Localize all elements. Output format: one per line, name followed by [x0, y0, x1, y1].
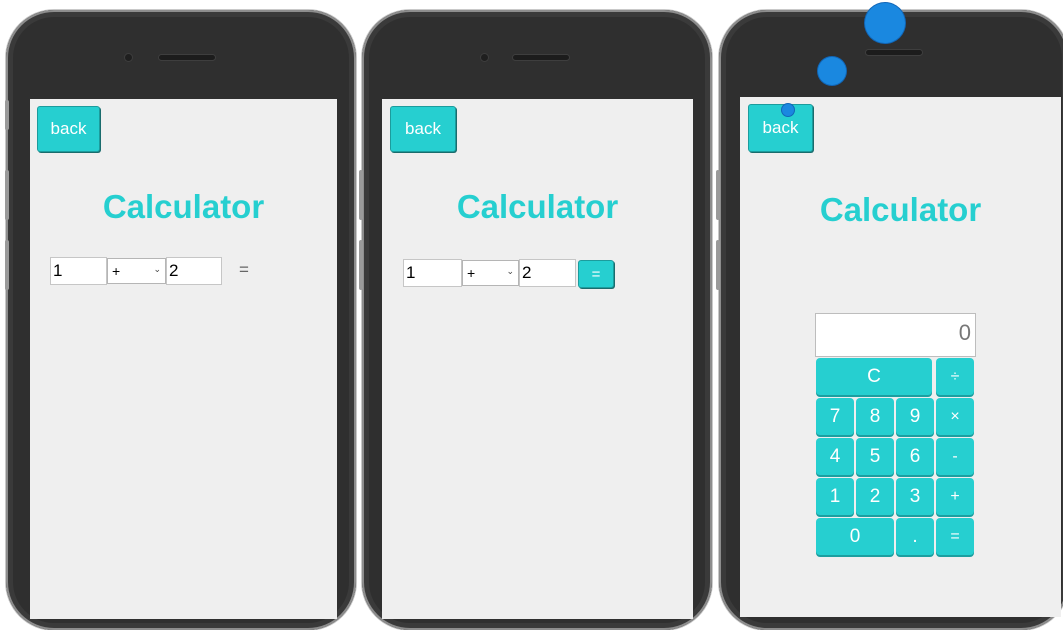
key-1-button[interactable]: 1 — [816, 478, 854, 515]
phone-frame-1: back Calculator 1 + ⌄ 2 = — [6, 10, 356, 630]
page-title: Calculator — [102, 188, 265, 225]
phone-side-button — [5, 240, 9, 290]
operator-select[interactable]: + ⌄ — [462, 260, 519, 286]
key-3-button[interactable]: 3 — [896, 478, 934, 515]
clear-button[interactable]: C — [816, 358, 932, 395]
phone-side-button — [5, 100, 9, 130]
operand-2-input[interactable]: 2 — [519, 259, 576, 287]
equals-label: = — [239, 260, 249, 279]
phone-side-button — [716, 170, 720, 220]
key-9-button[interactable]: 9 — [896, 398, 934, 435]
key-7-button[interactable]: 7 — [816, 398, 854, 435]
minus-button[interactable]: - — [936, 438, 974, 475]
operand-1-input[interactable]: 1 — [50, 257, 107, 285]
earpiece-speaker — [513, 55, 569, 60]
key-5-button[interactable]: 5 — [856, 438, 894, 475]
page-title: Calculator — [456, 188, 619, 225]
phone-frame-3: back Calculator 0 C ÷ 7 8 9 × 4 5 6 - 1 … — [719, 10, 1063, 630]
operator-value: + — [112, 263, 121, 279]
front-camera — [125, 54, 132, 61]
chevron-down-icon: ⌄ — [153, 264, 161, 274]
plus-button[interactable]: + — [936, 478, 974, 515]
key-6-button[interactable]: 6 — [896, 438, 934, 475]
multiply-button[interactable]: × — [936, 398, 974, 435]
operator-select[interactable]: + ⌄ — [107, 258, 166, 284]
equals-button[interactable]: = — [936, 518, 974, 555]
phone-frame-2: back Calculator 1 + ⌄ 2 = — [362, 10, 712, 630]
calculator-display: 0 — [815, 313, 976, 357]
key-0-button[interactable]: 0 — [816, 518, 894, 555]
decimal-button[interactable]: . — [896, 518, 934, 555]
key-2-button[interactable]: 2 — [856, 478, 894, 515]
phone-side-button — [716, 240, 720, 290]
phone-side-button — [359, 170, 363, 220]
phone-side-button — [5, 170, 9, 220]
operand-2-input[interactable]: 2 — [166, 257, 222, 285]
equals-button[interactable]: = — [578, 260, 614, 288]
operand-1-input[interactable]: 1 — [403, 259, 462, 287]
phone-side-button — [359, 240, 363, 290]
divide-button[interactable]: ÷ — [936, 358, 974, 395]
back-button[interactable]: back — [390, 106, 456, 152]
screen-1: back Calculator 1 + ⌄ 2 = — [30, 99, 337, 619]
screen-3: back Calculator 0 C ÷ 7 8 9 × 4 5 6 - 1 … — [740, 97, 1061, 617]
earpiece-speaker — [159, 55, 215, 60]
touch-indicator-medium — [818, 57, 846, 85]
earpiece-speaker — [866, 50, 922, 55]
touch-indicator-large — [865, 3, 905, 43]
operator-value: + — [467, 265, 476, 281]
key-4-button[interactable]: 4 — [816, 438, 854, 475]
screen-2: back Calculator 1 + ⌄ 2 = — [382, 99, 693, 619]
back-button[interactable]: back — [748, 104, 813, 152]
back-button[interactable]: back — [37, 106, 100, 152]
front-camera — [481, 54, 488, 61]
key-8-button[interactable]: 8 — [856, 398, 894, 435]
chevron-down-icon: ⌄ — [506, 266, 514, 276]
touch-indicator-small — [782, 104, 794, 116]
page-title: Calculator — [819, 191, 982, 228]
